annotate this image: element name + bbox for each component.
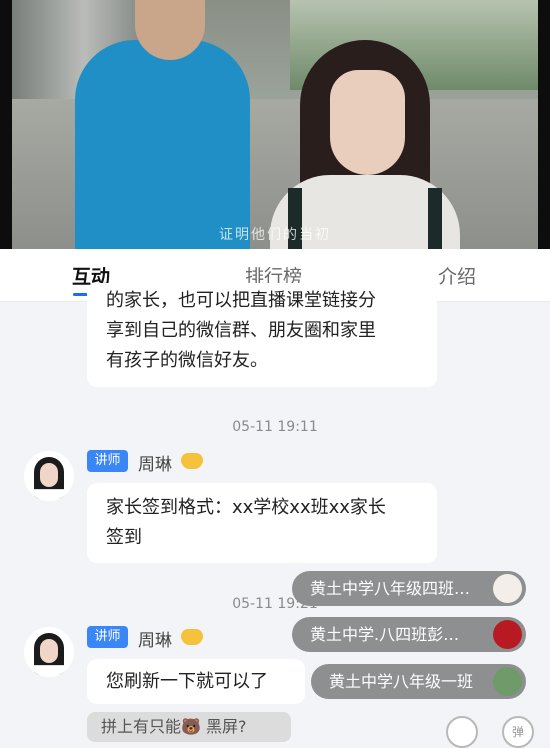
video-person-girl-face (330, 70, 405, 175)
join-notification: 黄土中学.八四班彭… (292, 617, 526, 652)
video-letterbox-left (0, 0, 12, 249)
message-text: 您刷新一下就可以了 (106, 671, 268, 692)
notification-text: 黄土中学.八四班彭… (310, 625, 460, 644)
tab-introduction[interactable]: 介绍 (438, 262, 476, 289)
lecturer-badge: 讲师 (87, 626, 128, 648)
video-player[interactable]: 证明他们的当初 (0, 0, 550, 249)
handshake-icon (181, 453, 203, 469)
lecturer-badge: 讲师 (87, 450, 128, 472)
notification-text: 黄土中学八年级四班… (310, 579, 471, 598)
user-avatar-icon (493, 574, 522, 603)
video-subtitle: 证明他们的当初 (219, 227, 331, 243)
avatar[interactable] (24, 451, 74, 501)
handshake-icon (181, 629, 203, 645)
user-avatar-icon (493, 620, 522, 649)
chat-message-partial: 拼上有只能🐻 黑屏? (87, 712, 291, 742)
message-line: 的家长，也可以把直播课堂链接分 (106, 290, 376, 311)
notification-text: 黄土中学八年级一班 (329, 672, 474, 691)
join-notification: 黄土中学八年级一班 (311, 664, 526, 699)
video-letterbox-right (538, 0, 550, 249)
chat-message-bubble: 您刷新一下就可以了 (87, 659, 305, 704)
danmaku-toggle-button[interactable]: 弹 (502, 716, 534, 748)
more-options-button[interactable] (446, 716, 478, 748)
message-line: 签到 (106, 527, 142, 548)
user-avatar-icon (493, 667, 522, 696)
chat-message-bubble: 家长签到格式：xx学校xx班xx家长 签到 (87, 483, 437, 563)
video-person-man (75, 40, 250, 249)
message-line: 享到自己的微信群、朋友圈和家里 (106, 320, 376, 341)
sender-name: 周琳 (138, 631, 172, 651)
join-notification: 黄土中学八年级四班… (292, 571, 526, 606)
chat-message-bubble: 的家长，也可以把直播课堂链接分 享到自己的微信群、朋友圈和家里 有孩子的微信好友… (87, 283, 437, 387)
sender-name: 周琳 (138, 455, 172, 475)
message-line: 有孩子的微信好友。 (106, 350, 268, 371)
message-timestamp: 05-11 19:11 (232, 419, 318, 435)
avatar[interactable] (24, 627, 74, 677)
message-line: 家长签到格式：xx学校xx班xx家长 (106, 497, 386, 518)
